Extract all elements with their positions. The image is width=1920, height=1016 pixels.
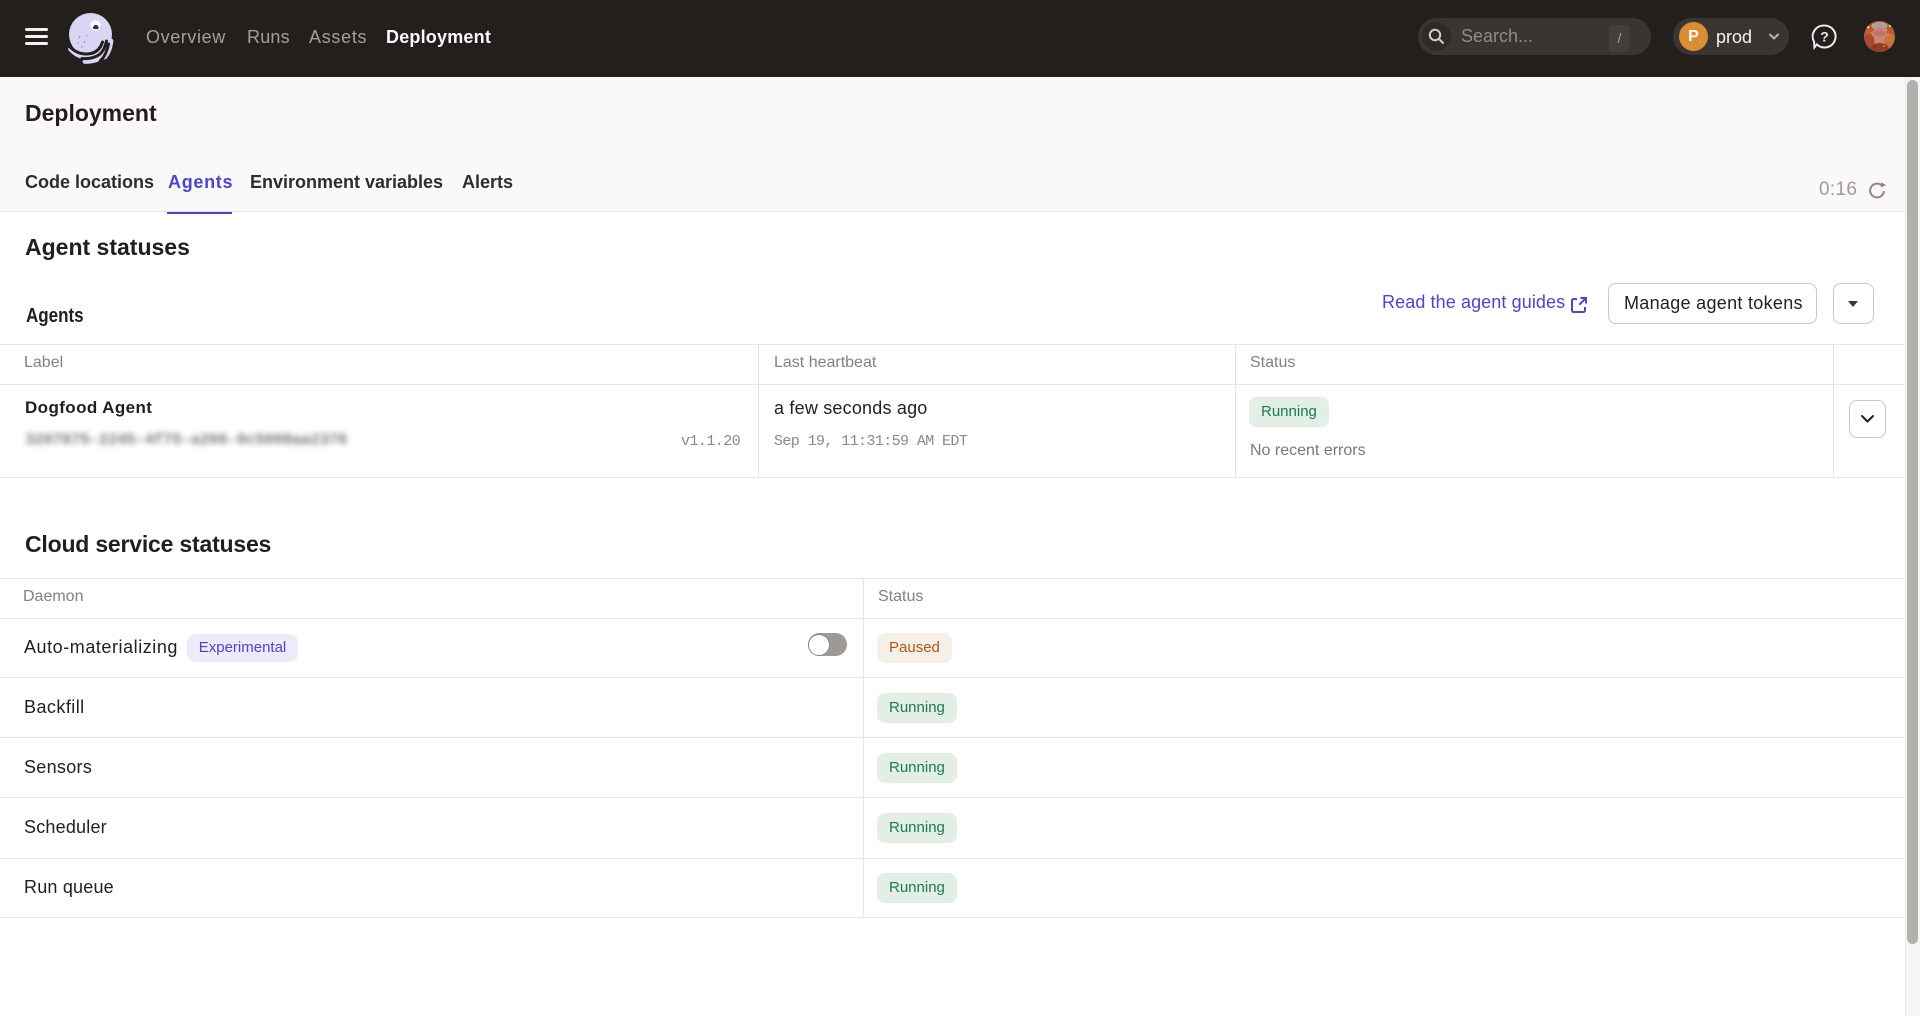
svg-text:?: ? [1820, 29, 1829, 45]
